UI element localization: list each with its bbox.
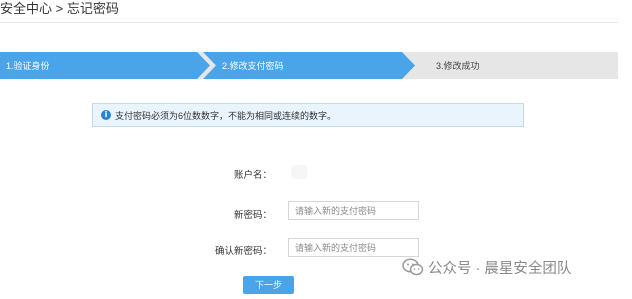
- step-label: 1.验证身份: [6, 61, 50, 71]
- step-label: 2.修改支付密码: [222, 61, 284, 71]
- step-verify-identity: 1.验证身份: [0, 52, 210, 79]
- header-divider: [0, 22, 618, 23]
- step-label: 3.修改成功: [436, 61, 480, 71]
- step-success: 3.修改成功: [430, 52, 618, 79]
- watermark-text: 公众号 · 晨星安全团队: [428, 261, 572, 277]
- new-password-input[interactable]: [288, 201, 419, 220]
- info-icon: i: [101, 110, 111, 120]
- progress-steps: 1.验证身份 2.修改支付密码 3.修改成功: [0, 52, 618, 79]
- step-change-payment-password: 2.修改支付密码: [203, 52, 415, 79]
- wechat-icon: [402, 258, 424, 276]
- confirm-password-label: 确认新密码：: [214, 246, 272, 257]
- next-step-button[interactable]: 下一步: [243, 276, 294, 294]
- breadcrumb: 安全中心 > 忘记密码: [0, 1, 119, 16]
- new-password-label: 新密码：: [233, 210, 272, 221]
- notice-text: 支付密码必须为6位数数字，不能为相同或连续的数字。: [115, 111, 337, 121]
- confirm-password-input[interactable]: [288, 238, 419, 257]
- password-rule-notice: i 支付密码必须为6位数数字，不能为相同或连续的数字。: [92, 103, 524, 127]
- account-value: [291, 165, 307, 179]
- account-label: 账户名：: [233, 170, 272, 181]
